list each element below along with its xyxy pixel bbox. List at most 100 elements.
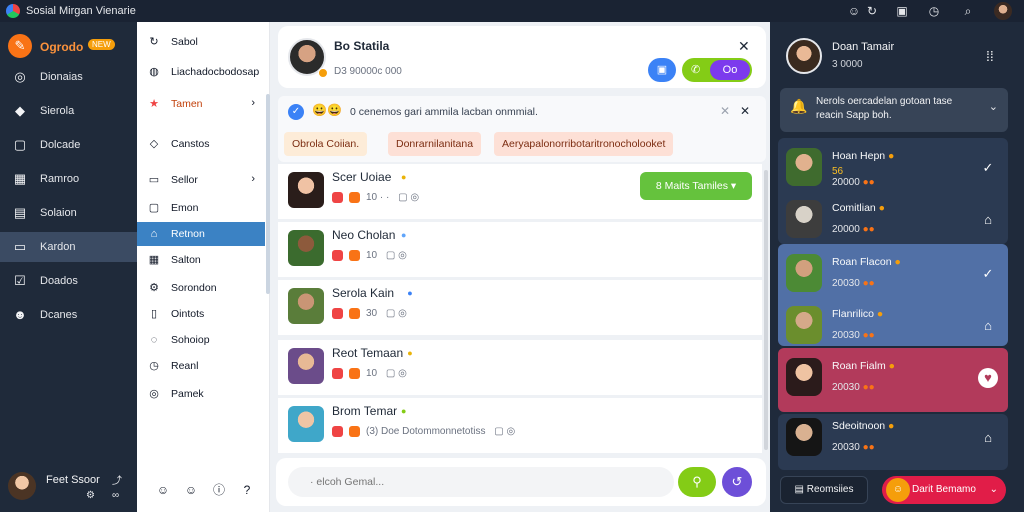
contact-action-icon[interactable]: ⌂ (978, 210, 998, 230)
subnav-item[interactable]: ◌ Sohoiop (137, 328, 265, 352)
contact-avatar[interactable] (288, 288, 324, 324)
subnav-item[interactable]: ⚙ Sorondon (137, 276, 265, 300)
reaction-icon[interactable] (332, 426, 343, 437)
send-button[interactable]: ↺ (722, 467, 752, 497)
brand[interactable]: ✎ Ogrodo NEW (8, 34, 133, 58)
message-row[interactable]: Serola Kain ● 30 ▢ ◎ (278, 280, 762, 336)
contact-avatar[interactable] (786, 306, 822, 344)
panel-avatar[interactable] (786, 38, 822, 74)
nav-item[interactable]: ▭ Kardon (0, 232, 137, 262)
reaction-icon[interactable] (349, 368, 360, 379)
action-dropdown-button[interactable]: 8 Maits Tamiles ▾ (640, 172, 752, 200)
reaction-icon[interactable] (332, 308, 343, 319)
message-row[interactable]: Neo Cholan ● 10 ▢ ◎ (278, 222, 762, 278)
reaction-icon[interactable] (349, 426, 360, 437)
reaction-icon[interactable] (349, 250, 360, 261)
contact-action-icon[interactable]: ⌂ (978, 316, 998, 336)
settings-icon[interactable]: ⚙ (86, 490, 95, 501)
more-button[interactable]: Oo (710, 60, 750, 80)
message-input[interactable] (288, 467, 674, 497)
close-icon[interactable]: ✕ (740, 104, 750, 118)
dismiss-icon[interactable]: ✕ (720, 104, 730, 118)
share-icon[interactable]: ⤴ (112, 472, 122, 487)
contact-avatar[interactable] (786, 200, 822, 238)
subnav-item[interactable]: ▦ Salton (137, 248, 265, 272)
chevron-down-icon[interactable]: ⌄ (989, 100, 998, 113)
subnav-item[interactable]: ↻ Sabol (137, 30, 265, 54)
contact-action-icon[interactable]: ⌂ (978, 428, 998, 448)
user-footer[interactable]: Feet Ssoor ⤴ ⚙ ∞ (8, 468, 133, 504)
nav-item[interactable]: ◆ Sierola (0, 96, 137, 126)
reaction-icon[interactable] (332, 368, 343, 379)
clock-icon[interactable]: ◷ (926, 3, 942, 19)
subnav-item[interactable]: ◇ Canstos (137, 132, 265, 156)
subnav-item[interactable]: ▯ Ointots (137, 302, 265, 326)
reaction-icon[interactable] (349, 192, 360, 203)
notice-tag[interactable]: Aeryapalonorribotaritronocholooket (494, 132, 674, 156)
contact-row[interactable]: Sdeoitnoon ● 20030 ●● ⌂ (778, 410, 1008, 466)
help-icon[interactable]: ? (239, 482, 255, 498)
search-icon[interactable]: ⌕ (960, 3, 976, 19)
chevron-down-icon: ⌄ (989, 484, 998, 495)
info-icon[interactable]: ⓘ (211, 482, 227, 498)
nav-item[interactable]: ◎ Dionaias (0, 62, 137, 92)
notice-tag[interactable]: Donrarnilanitana (388, 132, 482, 156)
reminders-button[interactable]: ▤ Reomsiies (780, 476, 868, 504)
user-avatar[interactable] (8, 472, 36, 500)
contact-row[interactable]: Roan Flacon ● 20030 ●● ✓ (778, 246, 1008, 302)
nav-item[interactable]: ▢ Dolcade (0, 130, 137, 160)
contact-avatar[interactable] (786, 148, 822, 186)
reaction-icon[interactable] (349, 308, 360, 319)
subnav-item[interactable]: ▭ Sellor › (137, 168, 265, 192)
nav-item[interactable]: ▤ Solaion (0, 198, 137, 228)
reaction-icon[interactable] (332, 192, 343, 203)
calendar-button[interactable]: ▣ (648, 58, 676, 82)
contact-avatar[interactable] (288, 230, 324, 266)
contact-avatar[interactable] (288, 172, 324, 208)
smile-icon[interactable]: ☺ (183, 482, 199, 498)
nav-item[interactable]: ☑ Doados (0, 266, 137, 296)
notice-tag[interactable]: Obrola Coiian. (284, 132, 368, 156)
subnav-item[interactable]: ★ Tamen › (137, 92, 265, 116)
contact-row[interactable]: Roan Fialm ● 20030 ●● ♥ (778, 350, 1008, 406)
comment-icon[interactable]: ▢ ◎ (383, 308, 407, 319)
contact-avatar[interactable] (786, 358, 822, 396)
refresh-icon[interactable]: ↻ (864, 3, 880, 19)
emoji-icon[interactable]: ☺ (846, 3, 862, 19)
contact-row[interactable]: Flanrilico ● 20030 ●● ⌂ (778, 298, 1008, 354)
contact-action-icon[interactable]: ♥ (978, 368, 998, 388)
subnav-item[interactable]: ◍ Liachadocbodosap (137, 60, 265, 84)
subnav-item[interactable]: ▢ Emon (137, 196, 265, 220)
contact-avatar[interactable] (786, 418, 822, 456)
panel-notice[interactable]: 🔔 Nerols oercadelan gotoan tase reacin S… (780, 88, 1008, 132)
contact-action-icon[interactable]: ✓ (978, 158, 998, 178)
contact-avatar[interactable] (288, 348, 324, 384)
video-call-button[interactable]: ✆ Oo (682, 58, 752, 82)
message-row[interactable]: Reot Temaan ● 10 ▢ ◎ (278, 340, 762, 396)
chat-scrollbar[interactable] (764, 170, 768, 450)
grid-menu-icon[interactable]: ⁞⁞ (986, 48, 994, 64)
nav-item[interactable]: ▦ Ramroo (0, 164, 137, 194)
comment-icon[interactable]: ▢ ◎ (383, 368, 407, 379)
subnav-item[interactable]: ◎ Pamek (137, 382, 265, 406)
link-icon[interactable]: ∞ (112, 490, 119, 501)
contact-row[interactable]: Comitlian ● 20000 ●● ⌂ (778, 192, 1008, 248)
reaction-icon[interactable] (332, 250, 343, 261)
close-icon[interactable]: ✕ (738, 38, 750, 55)
emoji-icon[interactable]: ☺ (155, 482, 171, 498)
contact-action-icon[interactable]: ✓ (978, 264, 998, 284)
briefcase-icon[interactable]: ▣ (894, 3, 910, 19)
comment-icon[interactable]: ▢ ◎ (492, 426, 515, 437)
attach-button[interactable]: ⚲ (678, 467, 716, 497)
profile-avatar[interactable] (994, 2, 1012, 20)
message-row[interactable]: Brom Temar ● (3) Doe Dotommonnetotiss ▢ ◎ (278, 398, 762, 454)
subnav-item[interactable]: ◷ Reanl (137, 354, 265, 378)
contact-row[interactable]: Hoan Hepn ● 56 20000 ●● ✓ (778, 140, 1008, 196)
nav-item[interactable]: ☻ Dcanes (0, 300, 137, 330)
primary-action-button[interactable]: ☺ Darit Bemamo ⌄ (882, 476, 1006, 504)
comment-icon[interactable]: ▢ ◎ (395, 192, 419, 203)
contact-avatar[interactable] (288, 406, 324, 442)
subnav-item[interactable]: ⌂ Retnon (137, 222, 265, 246)
comment-icon[interactable]: ▢ ◎ (383, 250, 407, 261)
contact-avatar[interactable] (786, 254, 822, 292)
